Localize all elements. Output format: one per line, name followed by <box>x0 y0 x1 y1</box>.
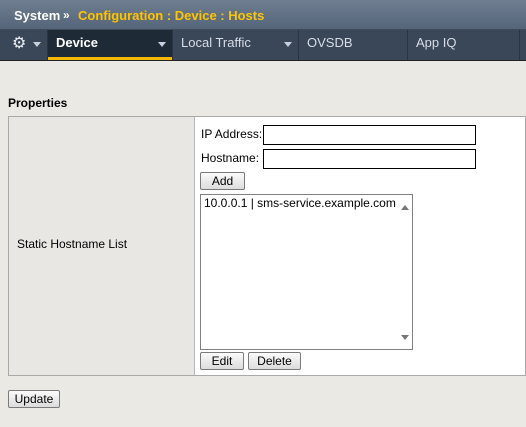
breadcrumb: System » Configuration : Device : Hosts <box>0 0 526 30</box>
update-button[interactable]: Update <box>8 390 60 408</box>
ip-address-label: IP Address: <box>201 127 263 141</box>
edit-button[interactable]: Edit <box>200 352 244 370</box>
list-item[interactable]: 10.0.0.1 | sms-service.example.com <box>204 196 396 210</box>
tab-bar: ⚙ Device Local Traffic OVSDB App IQ <box>0 30 526 61</box>
breadcrumb-root[interactable]: System <box>14 8 60 23</box>
row-value-cell: IP Address: Hostname: Add 10.0.0.1 | sms… <box>195 117 525 375</box>
scroll-up-icon[interactable] <box>401 205 409 210</box>
scroll-down-icon[interactable] <box>401 335 409 340</box>
static-hostname-list-label: Static Hostname List <box>17 237 128 251</box>
properties-table: Static Hostname List IP Address: Hostnam… <box>8 116 526 376</box>
chevron-down-icon <box>33 42 41 47</box>
breadcrumb-separator: » <box>63 8 70 22</box>
tab-label: Local Traffic <box>181 35 251 50</box>
tab-device[interactable]: Device <box>48 30 173 60</box>
add-button[interactable]: Add <box>200 172 245 190</box>
row-label-cell: Static Hostname List <box>9 117 195 375</box>
tab-app-iq[interactable]: App IQ <box>408 30 520 60</box>
gear-icon: ⚙ <box>12 35 27 52</box>
section-title: Properties <box>8 96 68 110</box>
tab-label: OVSDB <box>307 35 353 50</box>
tab-label: Device <box>56 35 98 50</box>
delete-button[interactable]: Delete <box>248 352 301 370</box>
tab-label: App IQ <box>416 35 457 50</box>
chevron-down-icon <box>158 42 166 47</box>
hostname-input[interactable] <box>263 149 476 169</box>
ip-address-input[interactable] <box>263 125 476 145</box>
tab-ovsdb[interactable]: OVSDB <box>299 30 408 60</box>
hostname-label: Hostname: <box>201 151 260 165</box>
tab-local-traffic[interactable]: Local Traffic <box>173 30 299 60</box>
chevron-down-icon <box>284 42 292 47</box>
hostname-listbox[interactable]: 10.0.0.1 | sms-service.example.com <box>200 194 413 350</box>
breadcrumb-path: Configuration : Device : Hosts <box>78 8 265 23</box>
gear-menu-button[interactable]: ⚙ <box>0 30 48 60</box>
